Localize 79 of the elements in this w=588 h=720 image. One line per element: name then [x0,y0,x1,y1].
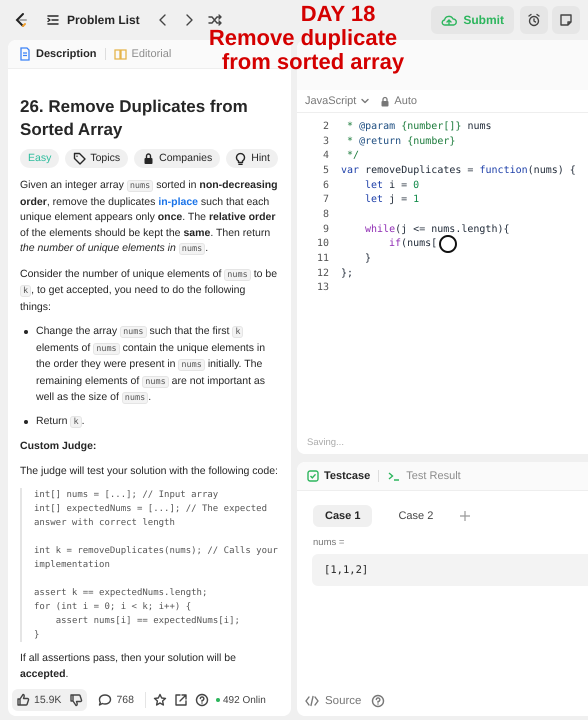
line-number: 7 [322,194,329,206]
chevron-down-icon [360,96,370,106]
tag-button[interactable]: Hint [226,149,278,168]
code-icon [305,695,319,707]
code-line: */ [346,150,360,162]
lightbulb-icon [234,152,248,165]
caption-text: DAY 18 [300,2,376,26]
case-tab[interactable]: Case 1 [313,505,372,527]
thumbs-up-icon [16,693,30,707]
help-icon[interactable] [194,693,209,707]
input-field[interactable]: [1,1,2] [312,554,588,586]
bullet-icon [24,330,28,334]
language-dropdown[interactable]: JavaScript [305,95,370,107]
code-line: while(j <= nums.length){ [364,224,510,235]
caption-text: Remove duplicate [208,26,398,50]
problem-list-button[interactable]: Problem List [42,13,144,27]
lock-icon [142,152,156,165]
star-icon[interactable] [152,693,167,707]
line-number: 13 [316,282,329,294]
terminal-icon [387,470,402,482]
plus-icon[interactable] [459,510,472,522]
line-number: 8 [322,208,329,220]
book-icon [114,47,127,61]
document-icon [18,47,31,61]
line-number: 11 [316,253,329,264]
code-line: * @return {number} [346,136,456,147]
code-line: }; [341,268,354,279]
tag-icon [73,152,86,165]
code-line: let i = 0 [364,180,420,191]
line-number: 4 [322,150,329,162]
code-line: var removeDuplicates = function(nums) { [341,164,576,176]
caption-text: from sorted array [222,50,404,74]
bullet-text: Change the array nums such that the first k elements of nums contain the unique elements in the order they were present in nums initially. The remaining elements of nums are not important as well as the size of nums . [36,324,266,406]
line-number: 3 [322,136,329,147]
section-heading: Custom Judge: [20,439,98,454]
code-line: if(nums[ [388,238,438,250]
case-tab[interactable]: Case 2 [386,505,446,527]
line-number: 6 [322,180,329,191]
line-number: 5 [322,164,329,176]
in-place-link[interactable]: in-place [158,196,198,208]
external-link-icon[interactable] [174,693,188,707]
tag-button[interactable]: Topics [65,149,128,168]
line-number: 12 [316,268,329,279]
input-label: nums = [312,537,346,550]
panel-tab[interactable]: Testcase [307,464,370,488]
online-count: 492 Onlin [216,694,266,706]
note-icon [559,13,573,27]
alarm-clock-icon [527,13,541,27]
comment-icon [98,693,112,707]
thumbs-down-icon [69,693,84,707]
description-paragraph: The judge will test your solution with the following code: [20,464,279,478]
description-paragraph: If all assertions pass, then your solution will be accepted. [20,651,237,682]
tag-button[interactable]: Companies [134,149,220,168]
description-paragraph: Given an integer array nums sorted in non-decreasing order, remove the duplicates in-place such that each unique element appears only once. The relative order of the elements should be kept the same. Then return the number of unique elements in nums . [20,178,279,257]
code-line: let j = 1 [364,194,420,206]
line-number: 2 [322,120,329,132]
alarm-button[interactable] [520,6,548,34]
cloud-upload-icon [441,13,458,27]
auto-mode-label: Auto [380,95,417,107]
bullet-text: Return k . [36,414,86,430]
save-status: Saving... [306,437,345,450]
checkbox-icon [307,470,319,482]
line-number: 9 [322,224,329,235]
difficulty-label: Easy [20,149,60,168]
source-button[interactable]: Source [305,695,362,707]
code-example: int[] nums = [...]; // Input array int[] expectedNums = [...]; // The expected answer with correct length int k = removeDuplicates(nums); // Calls your implementation assert k == expectedNums.length; for (int i = 0; i < k; i++) { assert nums[i] == expectedNums[i]; } [20,488,279,642]
code-line: * @param {number[]} nums [346,120,492,132]
lock-icon [380,96,390,106]
problem-title: 26. Remove Duplicates from Sorted Array [20,96,249,141]
bullet-icon [24,420,28,424]
help-icon[interactable] [371,694,386,708]
description-paragraph: Consider the number of unique elements of nums to be k , to get accepted, you need to do the following things: [20,266,278,314]
panel-tab[interactable]: Description [18,42,97,66]
code-line: } [364,253,372,264]
list-icon [46,13,60,27]
note-button[interactable] [552,6,580,34]
shuffle-icon[interactable] [208,13,222,27]
line-number: 10 [316,238,329,250]
comments-button[interactable]: 768 [94,689,138,711]
